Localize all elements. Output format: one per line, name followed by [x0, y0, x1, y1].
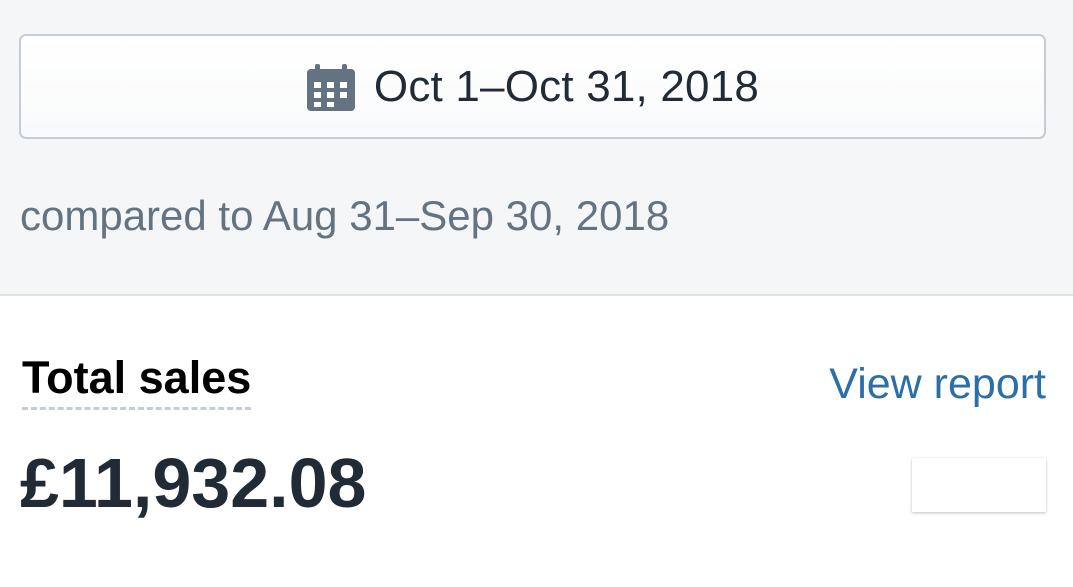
- date-range-label: Oct 1–Oct 31, 2018: [373, 61, 760, 111]
- total-sales-card: Total sales View report £11,932.08: [0, 296, 1073, 587]
- sparkline-chart: [912, 458, 1046, 512]
- date-range-header: Oct 1–Oct 31, 2018 compared to Aug 31–Se…: [0, 0, 1073, 296]
- date-range-picker-button[interactable]: Oct 1–Oct 31, 2018: [19, 34, 1046, 139]
- metric-value: £11,932.08: [20, 444, 367, 522]
- metric-title[interactable]: Total sales: [22, 354, 252, 411]
- calendar-icon: [306, 62, 356, 112]
- comparison-period-text: compared to Aug 31–Sep 30, 2018: [20, 192, 670, 239]
- view-report-link[interactable]: View report: [829, 360, 1046, 409]
